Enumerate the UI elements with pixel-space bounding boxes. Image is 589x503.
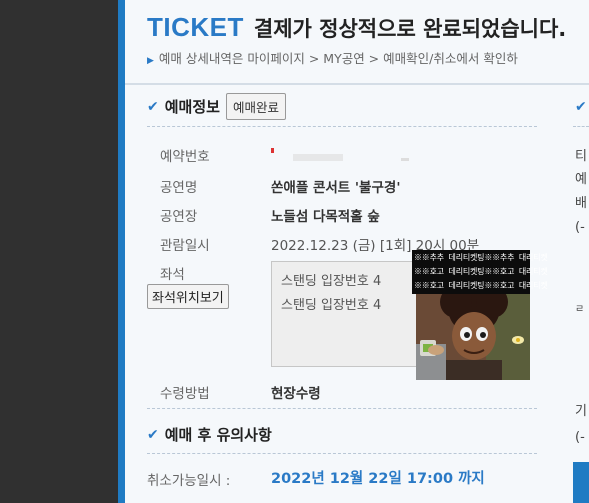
checkmark-icon: ✔: [575, 99, 587, 115]
booking-complete-button[interactable]: 예매완료: [225, 93, 286, 120]
confirmation-header: TICKET 결제가 정상적으로 완료되었습니다.: [147, 12, 566, 43]
checkmark-icon: ✔: [147, 426, 159, 443]
ticket-logo-text: TICKET: [147, 12, 244, 42]
delivery-value: 현장수령: [271, 386, 321, 402]
payment-info-fragment: (-: [575, 220, 585, 235]
payment-info-fragment: 예: [575, 172, 587, 187]
seat-label: 좌석: [160, 267, 185, 283]
header-divider: [125, 83, 589, 85]
watermark-text: ※※추추 데리티켓팅※※추추 대리티켓: [414, 253, 548, 262]
payment-complete-message: 결제가 정상적으로 완료되었습니다.: [253, 17, 567, 41]
notice-heading: ✔ 예매 후 유의사항: [147, 424, 272, 445]
performance-value: 쏜애플 콘서트 '불구경': [271, 180, 401, 196]
booking-info-title: 예매정보: [164, 98, 220, 116]
payment-info-fragment: ㄹ: [575, 304, 585, 315]
redacted-reservation-number: [271, 148, 421, 162]
section-divider: [573, 126, 589, 127]
mypage-guide-text: ▶ 예매 상세내역은 마이페이지 > MY공연 > 예매확인/취소에서 확인하: [147, 48, 518, 67]
notice-title: 예매 후 유의사항: [164, 426, 272, 444]
venue-value: 노들섬 다목적홀 숲: [271, 209, 380, 225]
cancel-deadline-label: 취소가능일시 :: [147, 473, 231, 489]
performance-label: 공연명: [160, 180, 198, 196]
payment-info-column: ✔ 티 예 배 (- ㄹ 기 (-: [568, 0, 589, 503]
dark-background-left: [0, 0, 118, 503]
booking-info-heading: ✔ 예매정보 예매완료: [147, 93, 286, 120]
reservation-no-label: 예약번호: [160, 149, 210, 165]
payment-action-button[interactable]: [573, 462, 589, 503]
checkmark-icon: ✔: [147, 98, 159, 115]
seat-entry: 스탠딩 입장번호 4: [281, 274, 382, 289]
watermark-text: ※※호고 데리티켓팅※※호고 대리티켓: [414, 267, 548, 276]
seat-entry: 스탠딩 입장번호 4: [281, 298, 382, 313]
mypage-guide-label: 예매 상세내역은 마이페이지 > MY공연 > 예매확인/취소에서 확인하: [158, 51, 518, 66]
section-divider: [147, 126, 537, 127]
payment-info-fragment: 배: [575, 196, 587, 211]
venue-label: 공연장: [160, 209, 198, 225]
cartoon-character-image: [416, 294, 530, 380]
watermark-overlay: ※※추추 데리티켓팅※※추추 대리티켓 ※※호고 데리티켓팅※※호고 대리티켓 …: [412, 250, 548, 380]
seat-list-box: 스탠딩 입장번호 4 스탠딩 입장번호 4: [271, 261, 423, 367]
view-seat-location-button[interactable]: 좌석위치보기: [147, 284, 229, 309]
payment-info-fragment: 기: [575, 404, 587, 419]
watermark-text: ※※호고 데리티켓팅※※호고 대리티켓: [414, 281, 548, 290]
date-label: 관람일시: [160, 238, 210, 254]
cancel-deadline-value: 2022년 12월 22일 17:00 까지: [271, 471, 485, 487]
payment-info-fragment: 티: [575, 149, 587, 164]
triangle-right-icon: ▶: [147, 56, 154, 66]
delivery-label: 수령방법: [160, 386, 210, 402]
payment-info-fragment: (-: [575, 430, 585, 445]
left-accent-bar: [118, 0, 125, 503]
section-divider: [147, 453, 537, 454]
section-divider: [147, 408, 537, 409]
watermark-text-band: ※※추추 데리티켓팅※※추추 대리티켓 ※※호고 데리티켓팅※※호고 대리티켓 …: [412, 250, 548, 294]
